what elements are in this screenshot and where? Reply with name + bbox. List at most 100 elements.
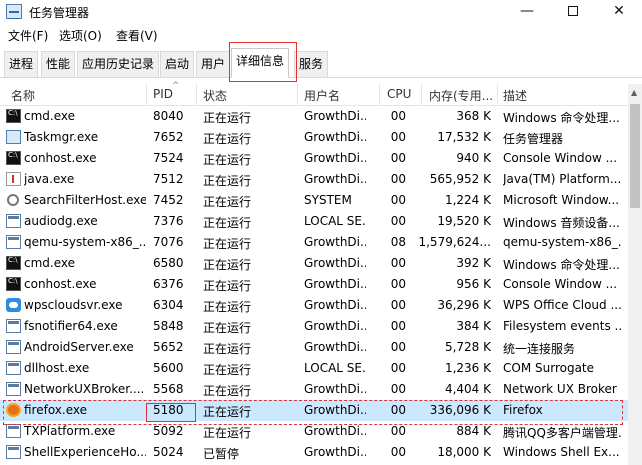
table-row[interactable]: dllhost.exe 5600 正在运行 LOCAL SE... 00 1,236 K C…: [0, 358, 628, 379]
process-memory: 940 K: [456, 151, 491, 165]
process-status: 正在运行: [203, 426, 252, 440]
process-memory: 19,520 K: [437, 214, 491, 228]
vertical-scrollbar[interactable]: ▲: [628, 84, 642, 465]
tab-app-history[interactable]: 应用历史记录: [77, 51, 160, 77]
process-name: ShellExperienceHo...: [24, 445, 146, 459]
process-memory: 956 K: [456, 277, 491, 291]
process-name: audiodg.exe: [24, 214, 98, 228]
column-divider[interactable]: [196, 84, 197, 106]
tab-processes[interactable]: 进程: [4, 51, 39, 77]
table-row[interactable]: cmd.exe 6580 正在运行 GrowthDi... 00 392 K Windows…: [0, 253, 628, 274]
process-pid: 6580: [153, 256, 184, 270]
details-tab-highlight: [229, 42, 297, 82]
process-username: GrowthDi...: [304, 109, 366, 123]
process-status: 正在运行: [203, 153, 252, 167]
column-header-memory[interactable]: 内存(专用...: [429, 87, 493, 104]
process-description: COM Surrogate: [503, 361, 595, 375]
process-pid: 5600: [153, 361, 184, 375]
scroll-up-icon[interactable]: ▲: [631, 88, 637, 97]
close-button[interactable]: ✕: [596, 0, 642, 24]
window-title: 任务管理器: [29, 6, 90, 20]
process-pid: 7376: [153, 214, 184, 228]
process-name: wpscloudsvr.exe: [24, 298, 123, 312]
table-row[interactable]: fsnotifier64.exe 5848 正在运行 GrowthDi... 00 384…: [0, 316, 628, 337]
process-memory: 1,579,624...: [418, 235, 491, 249]
process-description: Windows Shell Ex...: [503, 445, 620, 459]
process-description: qemu-system-x86_...: [503, 235, 621, 249]
process-cpu: 00: [390, 277, 406, 291]
process-memory: 1,236 K: [444, 361, 491, 375]
table-row[interactable]: qemu-system-x86_... 7076 正在运行 GrowthDi... 08…: [0, 232, 628, 253]
console-icon: [6, 151, 21, 165]
process-username: GrowthDi...: [304, 130, 366, 144]
process-name: qemu-system-x86_...: [24, 235, 146, 249]
process-pid: 5652: [153, 340, 184, 354]
table-row[interactable]: java.exe 7512 正在运行 GrowthDi... 00 565,952 K Ja…: [0, 169, 628, 190]
scrollbar-thumb[interactable]: [630, 104, 640, 208]
table-row[interactable]: conhost.exe 7524 正在运行 GrowthDi... 00 940 K Con…: [0, 148, 628, 169]
table-row[interactable]: ShellExperienceHo... 5024 已暂停 GrowthDi... 00…: [0, 442, 628, 463]
process-memory: 884 K: [456, 424, 491, 438]
wps-cloud-icon: [6, 298, 21, 312]
table-row[interactable]: wpscloudsvr.exe 6304 正在运行 GrowthDi... 00 36,2…: [0, 295, 628, 316]
window-icon: [6, 340, 21, 354]
column-divider[interactable]: [146, 84, 147, 106]
tab-performance[interactable]: 性能: [41, 51, 76, 77]
menu-file[interactable]: 文件(F): [8, 27, 48, 44]
maximize-button[interactable]: [550, 0, 596, 24]
process-name: java.exe: [24, 172, 75, 186]
maximize-icon: [568, 6, 578, 16]
column-header-description[interactable]: 描述: [503, 87, 527, 104]
column-divider[interactable]: [421, 84, 422, 106]
process-name: TXPlatform.exe: [24, 424, 116, 438]
process-status: 正在运行: [203, 195, 252, 209]
process-memory: 384 K: [456, 319, 491, 333]
table-row[interactable]: cmd.exe 8040 正在运行 GrowthDi... 00 368 K Windows…: [0, 106, 628, 127]
process-username: GrowthDi...: [304, 256, 366, 270]
column-header-username[interactable]: 用户名: [304, 87, 340, 104]
process-name: SearchFilterHost.exe: [24, 193, 146, 207]
minimize-button[interactable]: —: [504, 0, 550, 24]
process-cpu: 00: [390, 256, 406, 270]
table-row[interactable]: SearchFilterHost.exe 7452 正在运行 SYSTEM 00 1,22…: [0, 190, 628, 211]
process-username: SYSTEM: [304, 193, 352, 207]
process-username: GrowthDi...: [304, 319, 366, 333]
tab-services[interactable]: 服务: [294, 51, 329, 77]
tab-startup[interactable]: 启动: [160, 51, 195, 77]
table-row[interactable]: Taskmgr.exe 7652 正在运行 GrowthDi... 00 17,532 K…: [0, 127, 628, 148]
column-header-status[interactable]: 状态: [203, 87, 227, 104]
table-row[interactable]: conhost.exe 6376 正在运行 GrowthDi... 00 956 K Con…: [0, 274, 628, 295]
process-cpu: 08: [390, 235, 406, 249]
process-username: GrowthDi...: [304, 172, 366, 186]
table-row[interactable]: AndroidServer.exe 5652 正在运行 GrowthDi... 00 5,…: [0, 337, 628, 358]
process-description: Windows 音频设备...: [503, 216, 620, 230]
column-header-cpu[interactable]: CPU: [387, 87, 411, 101]
process-pid: 7452: [153, 193, 184, 207]
process-name: NetworkUXBroker....: [24, 382, 145, 396]
menu-view[interactable]: 查看(V): [116, 27, 158, 44]
firefox-pid-highlight: [146, 403, 196, 422]
process-status: 已暂停: [203, 447, 240, 461]
window-icon: [6, 319, 21, 333]
process-status: 正在运行: [203, 363, 252, 377]
tab-users[interactable]: 用户: [196, 51, 231, 77]
process-name: AndroidServer.exe: [24, 340, 134, 354]
process-pid: 7524: [153, 151, 184, 165]
window-icon: [6, 361, 21, 375]
process-status: 正在运行: [203, 216, 252, 230]
column-divider[interactable]: [297, 84, 298, 106]
menu-options[interactable]: 选项(O): [59, 27, 102, 44]
table-row[interactable]: NetworkUXBroker.... 5568 正在运行 GrowthDi... 00…: [0, 379, 628, 400]
process-name: conhost.exe: [24, 151, 97, 165]
console-icon: [6, 256, 21, 270]
column-divider[interactable]: [379, 84, 380, 106]
process-description: 统一连接服务: [503, 342, 576, 356]
table-row[interactable]: audiodg.exe 7376 正在运行 LOCAL SE... 00 19,520 K…: [0, 211, 628, 232]
column-header-pid[interactable]: PID: [153, 87, 173, 101]
process-cpu: 00: [390, 172, 406, 186]
process-name: Taskmgr.exe: [24, 130, 99, 144]
column-divider[interactable]: [497, 84, 498, 106]
column-header-name[interactable]: 名称: [11, 87, 35, 104]
process-username: GrowthDi...: [304, 277, 366, 291]
process-memory: 392 K: [456, 256, 491, 270]
